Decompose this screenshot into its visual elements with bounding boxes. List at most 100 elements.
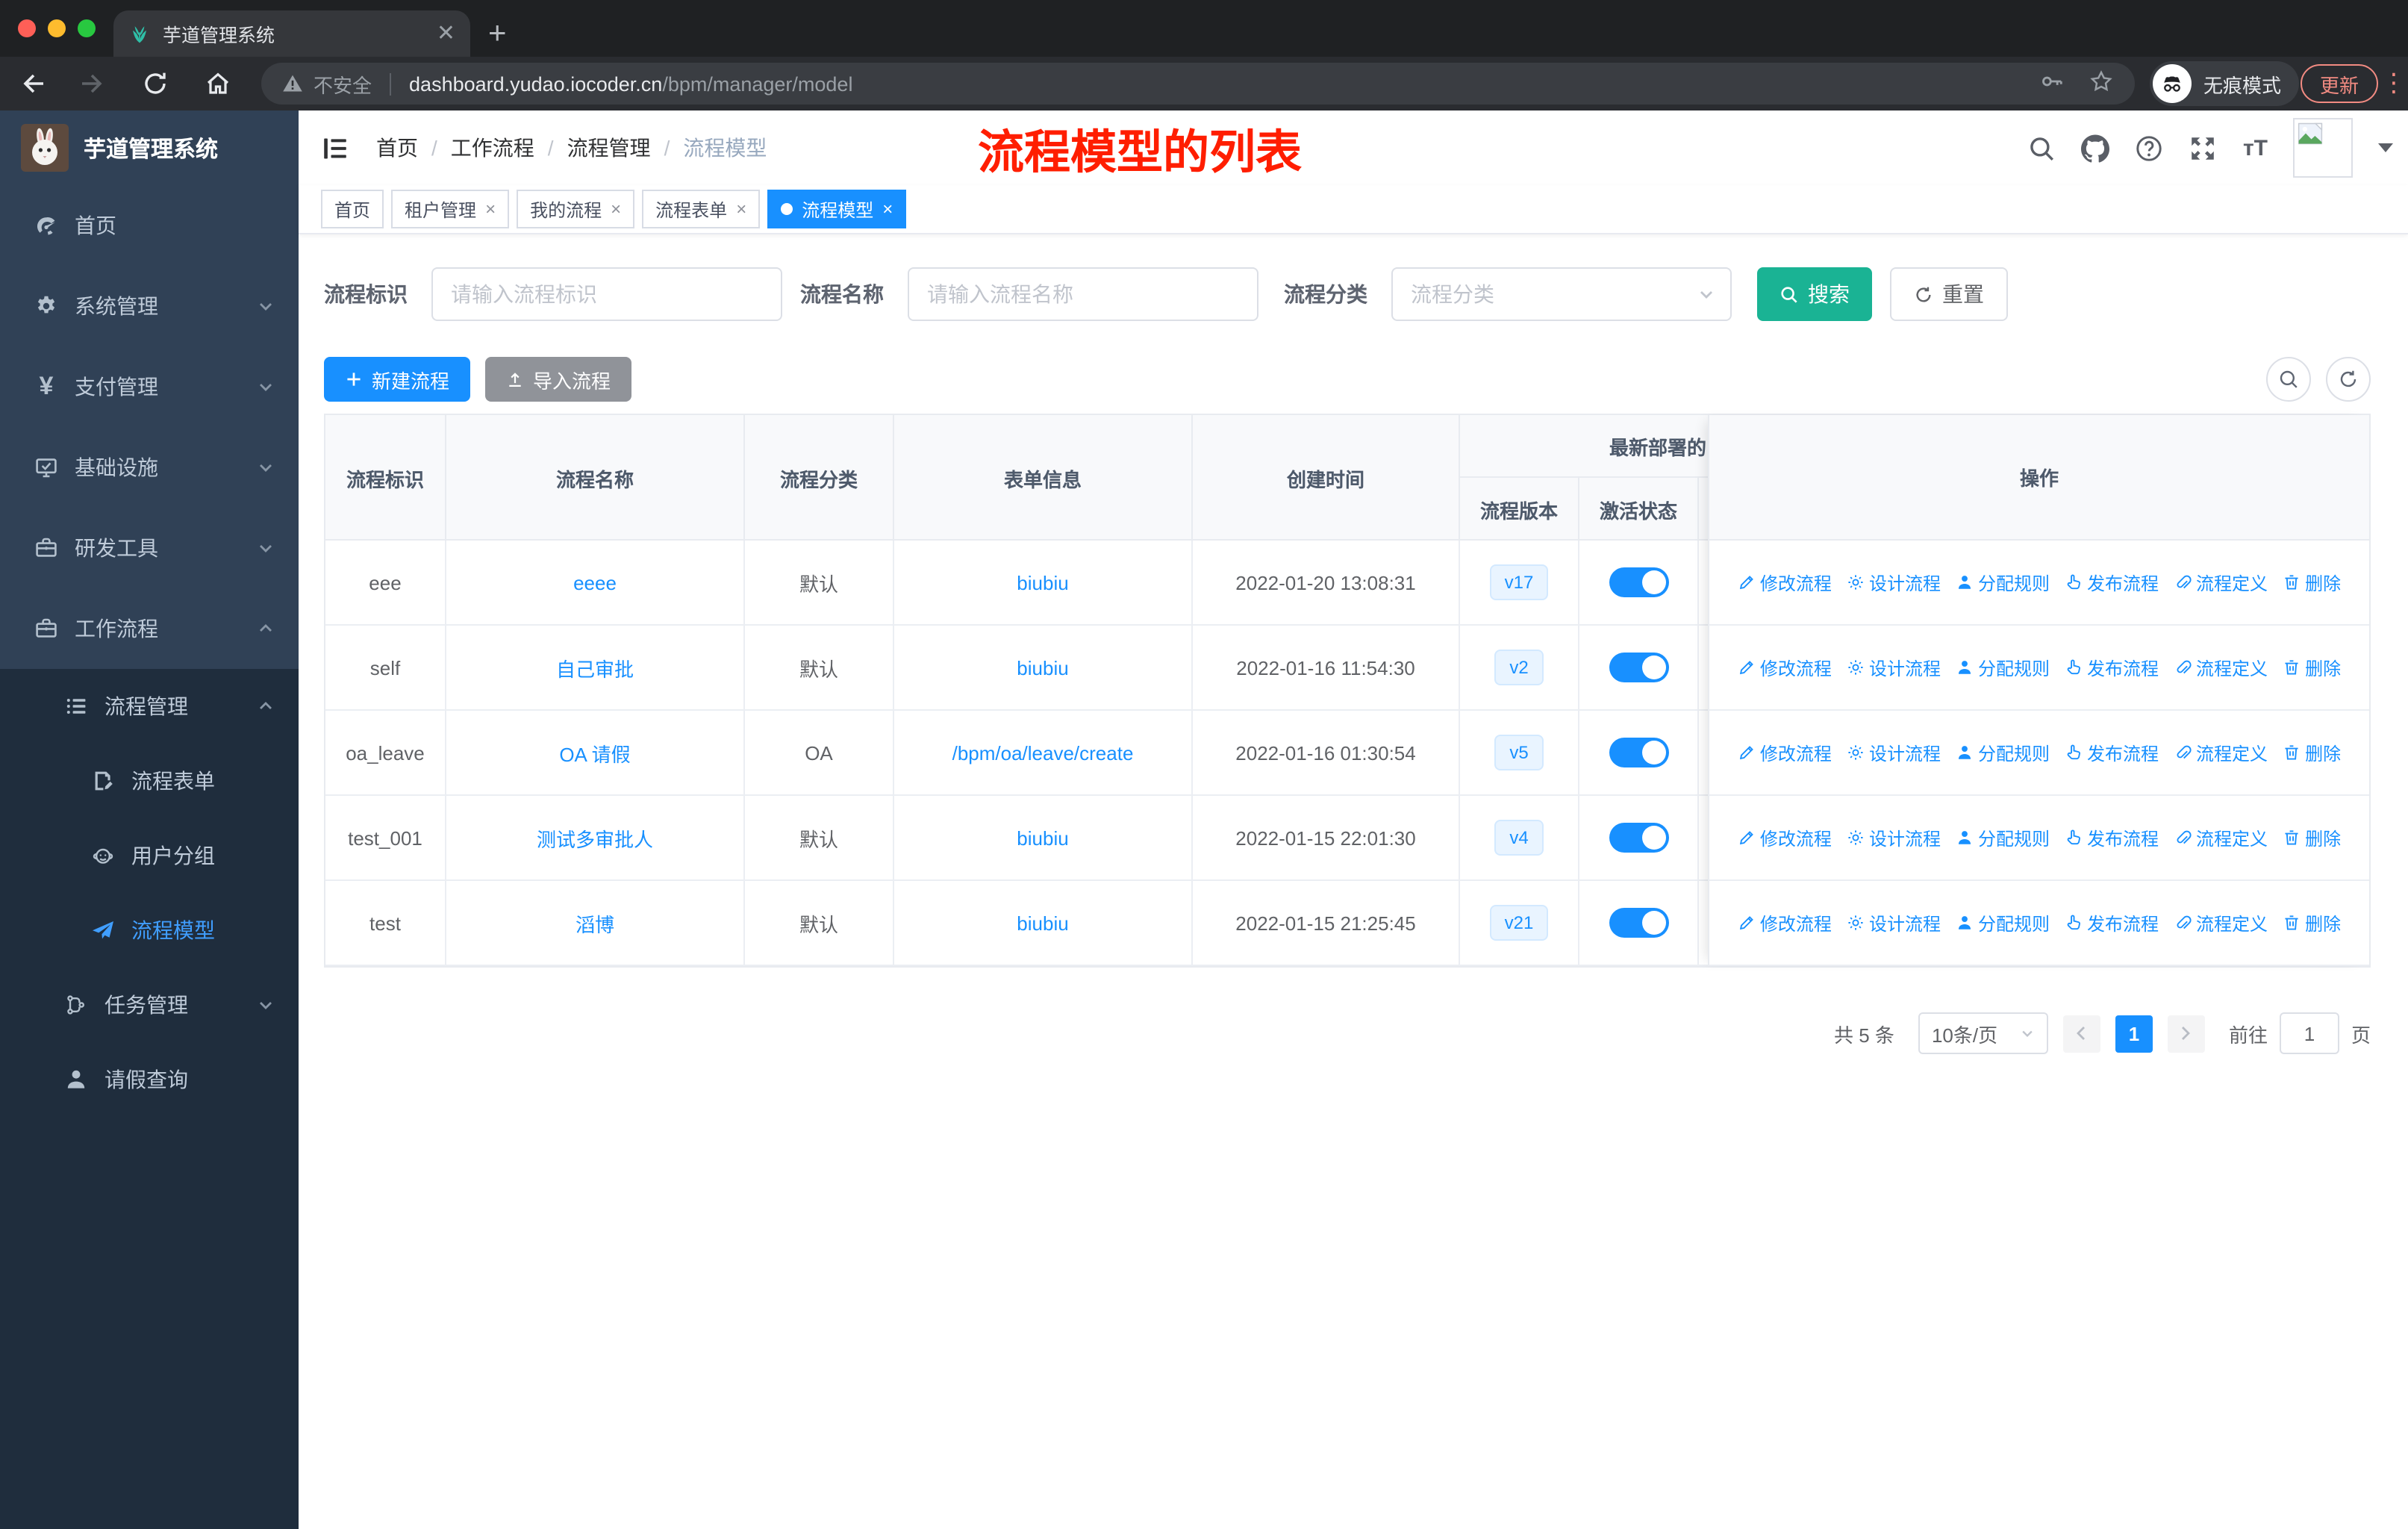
- tag-close-icon[interactable]: ×: [736, 199, 746, 219]
- reload-icon[interactable]: [140, 69, 170, 99]
- action-delete-link[interactable]: 删除: [2283, 740, 2341, 765]
- back-icon[interactable]: [18, 69, 48, 99]
- browser-menu-kebab-icon[interactable]: ⋮: [2381, 61, 2407, 106]
- tag-process-model[interactable]: 流程模型 ×: [767, 190, 907, 228]
- browser-tab[interactable]: 芋道管理系统 ✕: [113, 10, 470, 57]
- home-icon[interactable]: [203, 69, 233, 99]
- tag-close-icon[interactable]: ×: [485, 199, 496, 219]
- process-category-select[interactable]: 流程分类: [1391, 267, 1732, 321]
- toggle-search-button[interactable]: [2266, 357, 2311, 402]
- window-zoom-button[interactable]: [78, 19, 96, 37]
- tag-tenant[interactable]: 租户管理 ×: [391, 190, 510, 228]
- version-badge[interactable]: v2: [1494, 650, 1544, 685]
- action-design-link[interactable]: 设计流程: [1847, 655, 1941, 680]
- tag-close-icon[interactable]: ×: [611, 199, 621, 219]
- process-name-input[interactable]: [908, 267, 1258, 321]
- prev-page-button[interactable]: [2062, 1015, 2100, 1052]
- sidebar-item-leave-query[interactable]: 请假查询: [0, 1042, 299, 1117]
- process-name-link[interactable]: 自己审批: [556, 653, 634, 682]
- search-button[interactable]: 搜索: [1757, 267, 1872, 321]
- sidebar-item-user-group[interactable]: 用户分组: [0, 818, 299, 893]
- action-definition-link[interactable]: 流程定义: [2174, 825, 2268, 850]
- tab-close-icon[interactable]: ✕: [437, 22, 455, 45]
- action-design-link[interactable]: 设计流程: [1847, 825, 1941, 850]
- action-delete-link[interactable]: 删除: [2283, 825, 2341, 850]
- action-assign-link[interactable]: 分配规则: [1956, 740, 2050, 765]
- action-assign-link[interactable]: 分配规则: [1956, 910, 2050, 935]
- action-definition-link[interactable]: 流程定义: [2174, 740, 2268, 765]
- create-process-button[interactable]: 新建流程: [324, 357, 471, 402]
- breadcrumb-item[interactable]: 流程管理: [567, 133, 651, 163]
- action-assign-link[interactable]: 分配规则: [1956, 570, 2050, 595]
- sidebar-item-process-form[interactable]: 流程表单: [0, 744, 299, 818]
- next-page-button[interactable]: [2167, 1015, 2205, 1052]
- action-assign-link[interactable]: 分配规则: [1956, 825, 2050, 850]
- action-publish-link[interactable]: 发布流程: [2065, 655, 2159, 680]
- page-size-select[interactable]: 10条/页: [1918, 1012, 2048, 1054]
- form-info-link[interactable]: biubiu: [1017, 912, 1068, 934]
- sidebar-item-task-management[interactable]: 任务管理: [0, 968, 299, 1042]
- sidebar-item-process-management[interactable]: 流程管理: [0, 669, 299, 744]
- process-name-link[interactable]: 滔博: [576, 909, 614, 937]
- sidebar-item-process-model[interactable]: 流程模型: [0, 893, 299, 968]
- form-info-link[interactable]: biubiu: [1017, 571, 1068, 594]
- activation-switch[interactable]: [1609, 823, 1668, 853]
- action-delete-link[interactable]: 删除: [2283, 910, 2341, 935]
- action-publish-link[interactable]: 发布流程: [2065, 740, 2159, 765]
- search-icon[interactable]: [2028, 134, 2056, 162]
- version-badge[interactable]: v4: [1494, 820, 1544, 856]
- sidebar-item-infrastructure[interactable]: 基础设施: [0, 427, 299, 508]
- activation-switch[interactable]: [1609, 738, 1668, 767]
- process-name-link[interactable]: 测试多审批人: [537, 823, 653, 852]
- version-badge[interactable]: v5: [1494, 735, 1544, 770]
- sidebar-item-home[interactable]: 首页: [0, 185, 299, 266]
- process-key-input[interactable]: [431, 267, 782, 321]
- sidebar-item-devtools[interactable]: 研发工具: [0, 508, 299, 588]
- form-info-link[interactable]: /bpm/oa/leave/create: [952, 741, 1134, 764]
- process-name-link[interactable]: eeee: [573, 571, 617, 594]
- caret-down-icon[interactable]: [2378, 143, 2393, 152]
- bookmark-star-icon[interactable]: [2089, 69, 2114, 99]
- breadcrumb-item[interactable]: 首页: [376, 133, 418, 163]
- goto-page-input[interactable]: [2279, 1012, 2339, 1054]
- action-publish-link[interactable]: 发布流程: [2065, 825, 2159, 850]
- reset-button[interactable]: 重置: [1890, 267, 2008, 321]
- action-publish-link[interactable]: 发布流程: [2065, 910, 2159, 935]
- action-publish-link[interactable]: 发布流程: [2065, 570, 2159, 595]
- activation-switch[interactable]: [1609, 908, 1668, 938]
- fullscreen-icon[interactable]: [2189, 134, 2218, 162]
- action-modify-link[interactable]: 修改流程: [1738, 825, 1832, 850]
- action-definition-link[interactable]: 流程定义: [2174, 570, 2268, 595]
- import-process-button[interactable]: 导入流程: [485, 357, 632, 402]
- process-name-link[interactable]: OA 请假: [559, 738, 630, 767]
- address-bar[interactable]: 不安全 dashboard.yudao.iocoder.cn/bpm/manag…: [261, 63, 2135, 105]
- sidebar-item-system[interactable]: 系统管理: [0, 266, 299, 346]
- browser-update-button[interactable]: 更新: [2301, 64, 2379, 103]
- activation-switch[interactable]: [1609, 567, 1668, 597]
- avatar[interactable]: [2293, 118, 2353, 178]
- action-delete-link[interactable]: 删除: [2283, 570, 2341, 595]
- hamburger-icon[interactable]: [321, 134, 349, 163]
- action-modify-link[interactable]: 修改流程: [1738, 910, 1832, 935]
- activation-switch[interactable]: [1609, 653, 1668, 682]
- app-logo[interactable]: 芋道管理系统: [0, 110, 299, 185]
- github-icon[interactable]: [2081, 134, 2110, 162]
- forward-icon[interactable]: [78, 69, 107, 99]
- action-design-link[interactable]: 设计流程: [1847, 570, 1941, 595]
- action-modify-link[interactable]: 修改流程: [1738, 570, 1832, 595]
- breadcrumb-item[interactable]: 工作流程: [451, 133, 534, 163]
- help-icon[interactable]: [2136, 134, 2164, 162]
- password-key-icon[interactable]: [2039, 69, 2065, 99]
- new-tab-button[interactable]: +: [488, 12, 507, 55]
- form-info-link[interactable]: biubiu: [1017, 656, 1068, 679]
- window-minimize-button[interactable]: [48, 19, 66, 37]
- tag-process-form[interactable]: 流程表单 ×: [642, 190, 761, 228]
- form-info-link[interactable]: biubiu: [1017, 826, 1068, 849]
- font-size-icon[interactable]: ᴛT: [2243, 134, 2268, 162]
- action-delete-link[interactable]: 删除: [2283, 655, 2341, 680]
- action-definition-link[interactable]: 流程定义: [2174, 910, 2268, 935]
- tag-close-icon[interactable]: ×: [882, 199, 893, 219]
- page-number-current[interactable]: 1: [2115, 1015, 2153, 1052]
- refresh-table-button[interactable]: [2326, 357, 2371, 402]
- action-definition-link[interactable]: 流程定义: [2174, 655, 2268, 680]
